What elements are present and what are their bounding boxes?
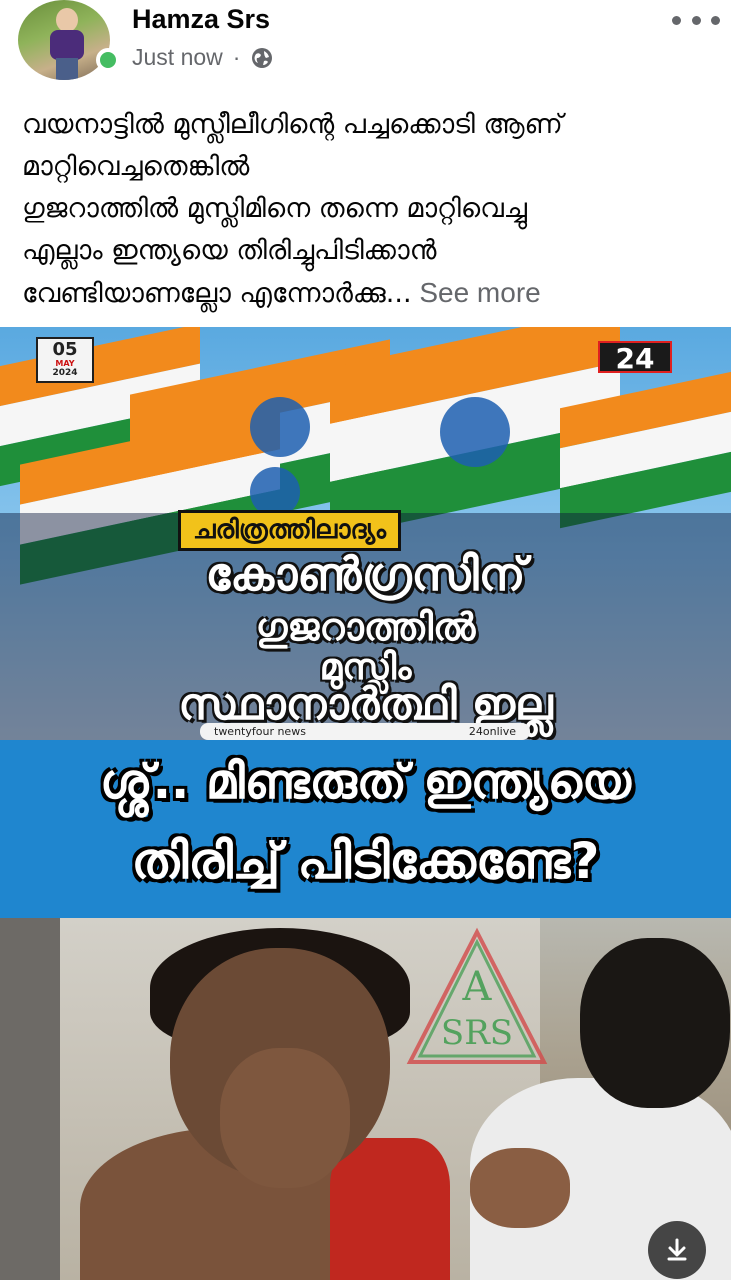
post-text-line: എല്ലാം ഇന്ത്യയെ തിരിച്ചുപിടിക്കാൻ [22,235,437,266]
person-right-head [580,938,730,1108]
see-more-link[interactable]: See more [412,277,540,308]
meme-caption-line: തിരിച്ച് പിടിക്കേണ്ടേ? [131,832,600,890]
online-status-dot [96,48,120,72]
watermark-top: A [462,964,493,1010]
social-right-handle: 24onlive [468,725,516,738]
avatar-figure-body [50,30,84,60]
watermark-bottom: SRS [441,1013,513,1053]
post-time[interactable]: Just now [132,44,223,71]
dot-icon [691,15,701,25]
download-button[interactable] [648,1221,706,1279]
post-text-line: വയനാട്ടിൽ മുസ്ലീലീഗിന്റെ പച്ചക്കൊടി ആണ് [22,109,563,140]
headline-line: കോൺഗ്രസിന് [205,547,526,601]
avatar[interactable] [18,0,110,80]
movie-still-panel: A SRS [0,918,731,1280]
social-handles-bar: twentyfour news 24onlive [200,723,530,740]
hand-symbol-icon [250,397,310,457]
social-left-handle: twentyfour news [214,725,306,738]
date-month: MAY [55,359,75,368]
post-meta: Just now · [132,44,274,71]
globe-icon[interactable] [250,46,274,70]
post-text: വയനാട്ടിൽ മുസ്ലീലീഗിന്റെ പച്ചക്കൊടി ആണ് … [22,104,712,315]
person-left-hand [220,1048,350,1188]
watermark-logo: A SRS [406,927,548,1064]
post-image[interactable]: 05 MAY 2024 24 ചരിത്രത്തിലാദ്യം കോൺഗ്രസി… [0,327,731,1280]
channel-logo: 24 [598,341,672,375]
post-header: Hamza Srs Just now · [0,0,731,90]
headline-subtag: ചരിത്രത്തിലാദ്യം [178,510,402,551]
dot-icon [711,15,720,25]
dot-icon [672,15,681,25]
date-badge: 05 MAY 2024 [36,337,94,383]
meme-caption-line: ശ്ശ്.. മിണ്ടരുത് ഇന്ത്യയെ [100,754,631,810]
avatar-figure-head [56,8,78,32]
date-year: 2024 [52,368,78,378]
date-day: 05 [52,339,78,360]
post-text-line: വേണ്ടിയാണല്ലോ എന്നോർക്കു... [22,278,412,309]
avatar-figure-legs [56,58,78,80]
news-panel: 05 MAY 2024 24 ചരിത്രത്തിലാദ്യം കോൺഗ്രസി… [0,327,731,740]
meta-separator: · [232,44,241,70]
hand-symbol-icon [440,397,510,467]
headline-line: ഗുജറാത്തിൽ [255,605,476,649]
more-options-button[interactable] [672,8,720,32]
post-text-line: ഗുജറാത്തിൽ മുസ്ലിമിനെ തന്നെ മാറ്റിവെച്ചു [22,193,527,224]
post-text-line: മാറ്റിവെച്ചതെങ്കിൽ [22,151,250,182]
meme-caption-panel: ശ്ശ്.. മിണ്ടരുത് ഇന്ത്യയെ തിരിച്ച് പിടിക… [0,740,731,918]
author-name[interactable]: Hamza Srs [132,4,270,35]
post-text-line-last: വേണ്ടിയാണല്ലോ എന്നോർക്കു... See more [22,272,712,315]
download-icon [667,1238,687,1261]
red-cloth [330,1138,450,1280]
doorframe [0,918,60,1280]
person-right-hand [470,1148,570,1228]
